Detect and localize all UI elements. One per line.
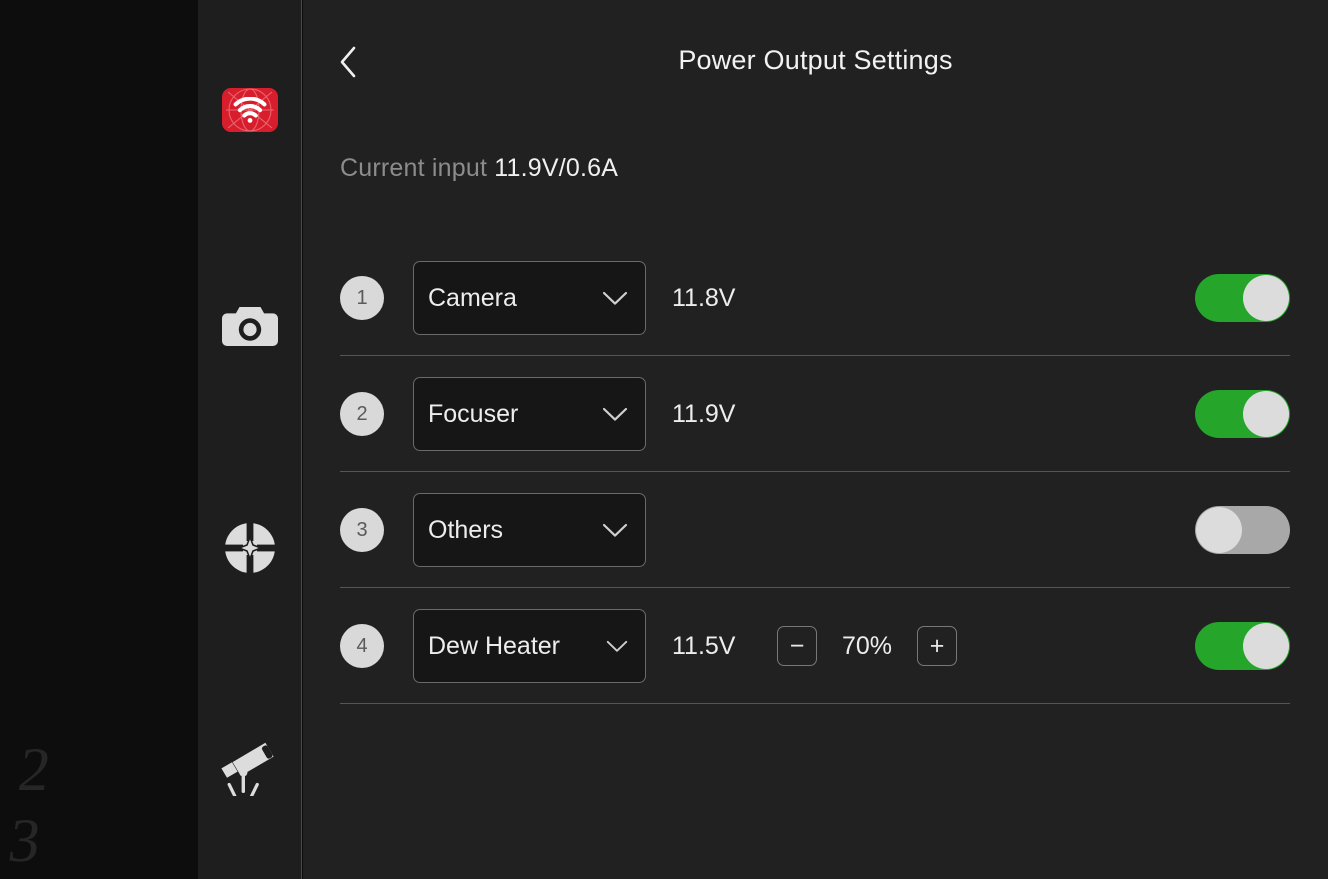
table-row: 4 Dew Heater 11.5V − 70% +	[303, 588, 1328, 704]
wifi-waves-icon	[233, 97, 267, 123]
device-select-value: Others	[428, 516, 596, 545]
port-voltage: 11.9V	[672, 400, 756, 429]
port-power-toggle[interactable]	[1195, 622, 1290, 670]
app-window: 2 3	[0, 0, 1328, 879]
camera-icon	[221, 303, 279, 351]
toggle-knob	[1243, 391, 1289, 437]
device-select-value: Dew Heater	[428, 632, 600, 661]
port-power-toggle[interactable]	[1195, 506, 1290, 554]
port-number-badge: 2	[340, 392, 384, 436]
duty-cycle-value: 70%	[836, 632, 898, 661]
sidebar-item-telescope[interactable]	[198, 738, 302, 796]
port-voltage: 11.5V	[672, 632, 756, 661]
toggle-knob	[1243, 275, 1289, 321]
page-title: Power Output Settings	[303, 45, 1328, 76]
port-number-badge: 3	[340, 508, 384, 552]
port-power-toggle[interactable]	[1195, 274, 1290, 322]
main-panel: Power Output Settings Current input 11.9…	[303, 0, 1328, 879]
current-input-value: 11.9V/0.6A	[494, 154, 618, 182]
sidebar-item-target[interactable]	[198, 522, 302, 574]
port-number-badge: 1	[340, 276, 384, 320]
table-row: 1 Camera 11.8V	[303, 240, 1328, 356]
device-select[interactable]: Focuser	[413, 377, 646, 451]
toggle-knob	[1243, 623, 1289, 669]
current-input-status: Current input 11.9V/0.6A	[340, 154, 618, 183]
power-port-list: 1 Camera 11.8V 2 Focuser	[303, 240, 1328, 704]
table-row: 2 Focuser 11.9V	[303, 356, 1328, 472]
wifi-icon	[222, 88, 278, 132]
watermark-scribble: 2 3	[4, 735, 208, 877]
device-select[interactable]: Others	[413, 493, 646, 567]
table-row: 3 Others	[303, 472, 1328, 588]
current-input-label: Current input	[340, 154, 487, 182]
increase-button[interactable]: +	[917, 626, 957, 666]
toggle-knob	[1196, 507, 1242, 553]
left-dark-region: 2 3	[0, 0, 198, 879]
decrease-button[interactable]: −	[777, 626, 817, 666]
telescope-icon	[218, 738, 282, 796]
sidebar-item-camera[interactable]	[198, 302, 302, 352]
device-select-value: Focuser	[428, 400, 596, 429]
port-number-badge: 4	[340, 624, 384, 668]
device-select-value: Camera	[428, 284, 596, 313]
chevron-down-icon	[602, 407, 628, 422]
chevron-down-icon	[602, 523, 628, 538]
sidebar-item-wifi[interactable]	[198, 88, 302, 132]
icon-sidebar	[198, 0, 302, 879]
port-voltage: 11.8V	[672, 284, 756, 313]
chevron-down-icon	[602, 291, 628, 306]
device-select[interactable]: Dew Heater	[413, 609, 646, 683]
chevron-down-icon	[606, 640, 628, 653]
duty-cycle-stepper: − 70% +	[777, 626, 957, 666]
device-select[interactable]: Camera	[413, 261, 646, 335]
port-power-toggle[interactable]	[1195, 390, 1290, 438]
crosshair-target-icon	[223, 521, 277, 575]
